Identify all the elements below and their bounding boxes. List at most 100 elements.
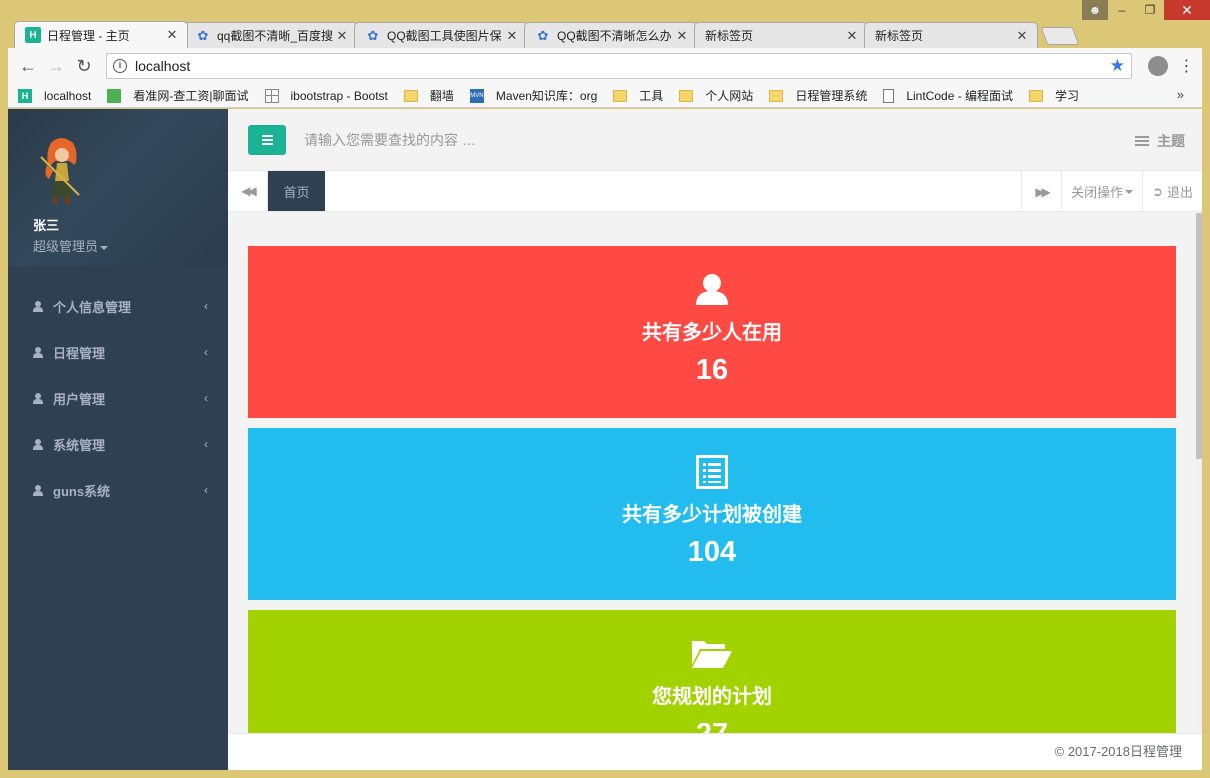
browser-menu-icon[interactable]: ⋮ [1176,56,1196,76]
dashboard-content: 共有多少人在用 16 共有多少计划被创建 104 您规划的计划 27 [228,213,1196,733]
tab-close-icon[interactable]: ✕ [1015,28,1029,44]
bookmark-item[interactable]: 看准网-查工资|聊面试 [107,87,249,104]
browser-tab[interactable]: 新标签页 ✕ [864,22,1038,48]
extension-icon[interactable] [1148,56,1168,76]
content-tabs-actions: ▶▶ 关闭操作 ➲ 退出 [1021,171,1202,212]
minimize-button[interactable]: – [1108,0,1136,20]
side-menu: 个人信息管理 ‹ 日程管理 ‹ 用户管理 ‹ 系统管理 ‹ guns系统 ‹ [8,283,228,513]
bookmark-item[interactable]: 学习 [1029,87,1079,104]
folder-icon [679,89,694,102]
sidebar-item-label: guns系统 [53,483,111,499]
user-icon [33,438,43,450]
bookmark-label: 日程管理系统 [795,89,868,103]
bookmark-item[interactable]: MVN Maven知识库：org [469,87,598,104]
folder-icon [769,89,784,102]
logout-button[interactable]: ➲ 退出 [1142,171,1202,212]
bookmark-item[interactable]: 日程管理系统 [769,87,867,104]
sidebar-item-users[interactable]: 用户管理 ‹ [8,375,228,421]
bookmark-item[interactable]: 翻墙 [403,87,454,104]
sidebar-item-guns[interactable]: guns系统 ‹ [8,467,228,513]
tab-close-icon[interactable]: ✕ [675,28,689,44]
mvn-icon: MVN [469,88,484,103]
kanzhun-icon [107,88,122,103]
baidu-paw-icon: ✿ [537,27,549,43]
bookmark-item[interactable]: Hlocalhost [18,88,91,103]
close-ops-dropdown[interactable]: 关闭操作 [1061,171,1142,212]
folder-open-icon [248,637,1176,671]
tab-close-icon[interactable]: ✕ [165,27,179,43]
stat-card-users: 共有多少人在用 16 [248,246,1176,418]
bookmark-label: Maven知识库：org [495,89,598,103]
bookmarks-overflow-icon[interactable]: » [1177,87,1184,102]
profile-switch-icon[interactable]: ☻ [1082,0,1108,20]
browser-tab[interactable]: ✿ QQ截图不清晰怎么办 ✕ [524,22,698,48]
tab-title: 新标签页 [705,29,754,43]
list-icon [248,455,1176,489]
bookmark-item[interactable]: LintCode - 编程面试 [883,87,1013,104]
scrollbar-thumb[interactable] [1196,213,1202,459]
user-icon [248,273,1176,307]
bar [261,134,273,137]
maximize-button[interactable]: ❐ [1136,0,1164,20]
chevron-left-icon: ‹ [204,299,208,313]
page-viewport: 张三 超级管理员 个人信息管理 ‹ 日程管理 ‹ 用户管理 ‹ 系统管理 ‹ g… [8,109,1202,770]
window-controls: ☻ – ❐ ✕ [1082,0,1210,20]
caret-down-icon [100,245,109,250]
browser-tab[interactable]: ✿ QQ截图工具使图片保 ✕ [354,22,528,48]
user-icon [33,392,43,404]
tab-close-icon[interactable]: ✕ [845,28,859,44]
sidebar-item-label: 个人信息管理 [53,299,132,315]
reload-icon[interactable]: ↻ [70,52,98,80]
menu-toggle-button[interactable] [248,124,286,155]
tab-close-icon[interactable]: ✕ [505,28,519,44]
chevron-left-icon: ‹ [204,345,208,359]
folder-icon [403,89,418,102]
stat-value: 104 [687,536,737,568]
info-icon[interactable]: i [113,59,127,73]
chevron-left-icon: ‹ [204,437,208,451]
theme-button[interactable]: 主题 [1135,131,1185,151]
tab-strip: H 日程管理 - 主页 ✕ ✿ qq截图不清晰_百度搜 ✕ ✿ QQ截图工具使图… [14,20,1080,48]
bookmark-label: ibootstrap - Bootst [290,88,388,103]
address-bar[interactable]: i localhost ★ [106,53,1132,79]
bookmark-item[interactable]: 个人网站 [679,87,753,104]
user-icon [33,300,43,312]
browser-tab[interactable]: ✿ qq截图不清晰_百度搜 ✕ [184,22,358,48]
browser-toolbar: ← → ↻ i localhost ★ ⋮ [8,48,1202,84]
browser-tab[interactable]: 新标签页 ✕ [694,22,868,48]
sidebar-item-schedule[interactable]: 日程管理 ‹ [8,329,228,375]
top-navbar: 请输入您需要查找的内容 … 主题 [228,109,1202,171]
tab-close-icon[interactable]: ✕ [335,28,349,44]
new-tab-button[interactable] [1040,27,1080,45]
chevron-left-icon: ‹ [204,483,208,497]
bookmark-label: 学习 [1055,89,1080,103]
forward-arrow-icon[interactable]: → [42,52,70,80]
bookmark-item[interactable]: 工具 [613,87,663,104]
search-input[interactable]: 请输入您需要查找的内容 … [304,130,476,150]
bookmark-item[interactable]: ibootstrap - Bootst [264,88,388,103]
back-arrow-icon[interactable]: ← [14,52,42,80]
tab-title: QQ截图不清晰怎么办 [557,29,672,43]
url-text: localhost [135,58,191,74]
stat-label: 共有多少人在用 [642,322,782,344]
tasks-icon [1135,136,1149,146]
window-close-button[interactable]: ✕ [1164,0,1210,20]
tab-title: 新标签页 [875,29,924,43]
bookmark-label: 个人网站 [705,89,754,103]
user-role-dropdown[interactable]: 超级管理员 [33,236,228,255]
page-footer: © 2017-2018日程管理 [228,733,1202,770]
avatar-character-icon [40,138,80,204]
browser-tab[interactable]: H 日程管理 - 主页 ✕ [14,21,188,48]
sidebar-item-personal-info[interactable]: 个人信息管理 ‹ [8,283,228,329]
tabs-right-scroll-icon[interactable]: ▶▶ [1021,171,1061,212]
stat-label: 您规划的计划 [652,686,772,708]
sidebar-item-label: 日程管理 [53,345,106,361]
avatar[interactable] [33,135,89,205]
sidebar-item-label: 系统管理 [53,437,106,453]
bookmark-star-icon[interactable]: ★ [1110,56,1125,76]
tabs-left-scroll-icon[interactable]: ◀◀ [228,171,268,211]
content-scrollbar[interactable] [1196,213,1202,733]
baidu-paw-icon: ✿ [367,27,379,43]
sidebar-item-system[interactable]: 系统管理 ‹ [8,421,228,467]
tab-home[interactable]: 首页 [268,171,325,211]
